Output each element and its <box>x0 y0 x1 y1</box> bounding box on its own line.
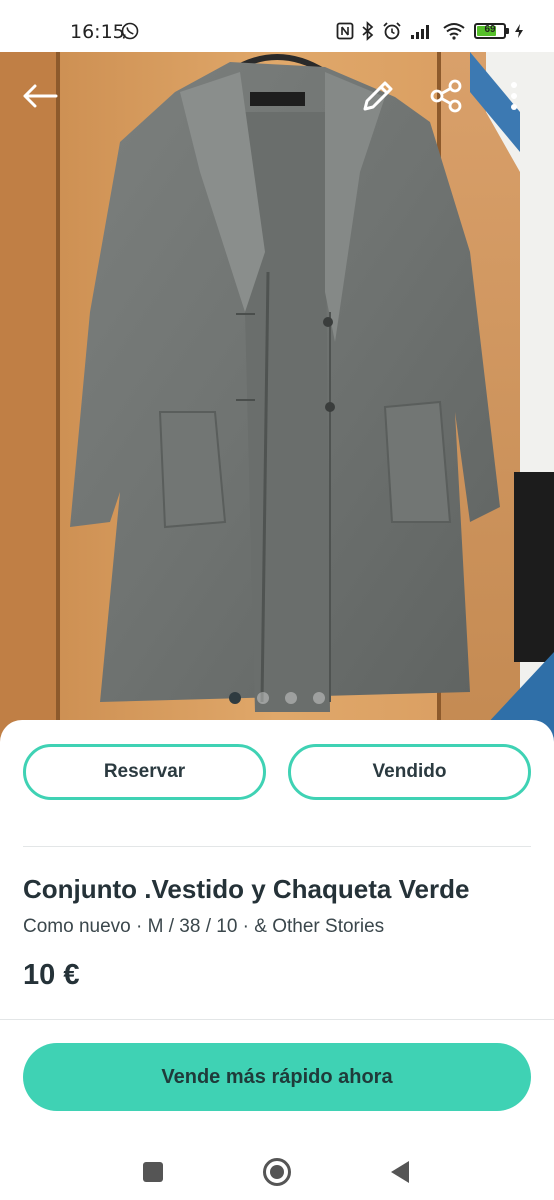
pagination-dot[interactable] <box>285 692 297 704</box>
photo-pagination[interactable] <box>0 692 554 704</box>
divider <box>23 846 531 847</box>
more-options-button[interactable] <box>492 74 536 118</box>
home-button[interactable] <box>257 1152 297 1192</box>
jacket-photo-image <box>0 52 554 742</box>
charging-icon <box>515 24 523 38</box>
pagination-dot[interactable] <box>313 692 325 704</box>
product-photo[interactable] <box>0 52 554 742</box>
reserve-button[interactable]: Reservar <box>23 744 266 800</box>
edit-pencil-icon <box>363 81 393 111</box>
whatsapp-icon <box>121 22 139 40</box>
status-time: 16:15 <box>70 21 125 43</box>
bluetooth-icon <box>362 21 374 41</box>
product-title: Conjunto .Vestido y Chaqueta Verde <box>23 874 470 904</box>
share-icon <box>430 79 462 113</box>
back-arrow-icon <box>23 84 58 108</box>
more-vertical-icon <box>511 82 517 110</box>
nfc-icon <box>336 22 354 40</box>
system-nav-bar <box>0 1140 554 1200</box>
battery-icon: 69 <box>474 23 509 39</box>
back-triangle-icon <box>391 1161 409 1183</box>
edit-button[interactable] <box>356 74 400 118</box>
sold-button[interactable]: Vendido <box>288 744 531 800</box>
signal-icon <box>411 25 429 39</box>
divider <box>0 1019 554 1020</box>
product-subtitle: Como nuevo · M / 38 / 10 · & Other Stori… <box>23 916 385 937</box>
recents-button[interactable] <box>133 1152 173 1192</box>
back-button[interactable] <box>18 74 62 118</box>
home-circle-icon <box>263 1158 291 1186</box>
product-price: 10 € <box>23 959 80 991</box>
status-bar: 16:15 69 <box>0 0 554 52</box>
sell-faster-button[interactable]: Vende más rápido ahora <box>23 1043 531 1111</box>
alarm-icon <box>383 22 401 40</box>
share-button[interactable] <box>424 74 468 118</box>
battery-level: 69 <box>484 24 496 35</box>
wifi-icon <box>443 23 465 40</box>
system-back-button[interactable] <box>380 1152 420 1192</box>
status-icons: 69 <box>336 20 524 42</box>
pagination-dot[interactable] <box>257 692 269 704</box>
pagination-dot[interactable] <box>229 692 241 704</box>
recents-square-icon <box>143 1162 163 1182</box>
